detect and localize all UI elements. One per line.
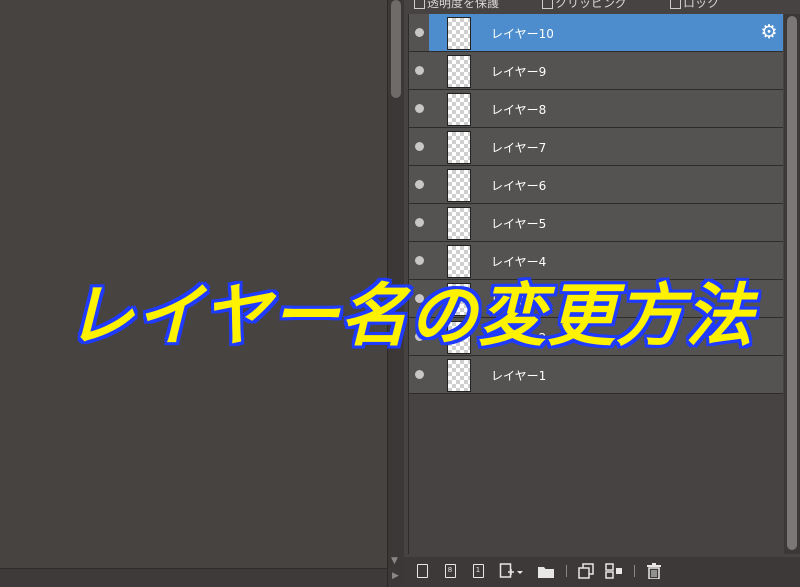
visibility-dot-icon[interactable] [415,180,424,189]
layer-thumbnail [447,359,471,392]
visibility-dot-icon[interactable] [415,104,424,113]
layer-name[interactable]: レイヤー5 [491,215,546,232]
visibility-dot-icon[interactable] [415,294,424,303]
visibility-dot-icon[interactable] [415,142,424,151]
layer-visibility-cell[interactable] [409,242,429,279]
layer-options-row: 透明度を保護 クリッピング ロック [404,0,800,12]
layer-name[interactable]: レイヤー7 [491,139,546,156]
new-folder-icon[interactable] [536,560,556,582]
new-8bit-layer-icon[interactable]: 8 [440,560,460,582]
toolbar-separator [634,565,635,577]
layer-thumbnail [447,207,471,240]
checkbox-icon [670,0,681,9]
layer-visibility-cell[interactable] [409,90,429,127]
layer-visibility-cell[interactable] [409,280,429,317]
layer-visibility-cell[interactable] [409,318,429,355]
scroll-down-arrow-icon[interactable]: ▼ [391,556,398,566]
protect-opacity-checkbox[interactable]: 透明度を保護 [414,0,499,11]
panel-expand-arrow-icon[interactable]: ▶ [392,571,399,581]
layer-thumbnail [447,321,471,354]
visibility-dot-icon[interactable] [415,28,424,37]
layer-name[interactable]: レイヤー3 [491,291,546,308]
layer-visibility-cell[interactable] [409,52,429,89]
layer-row[interactable]: レイヤー4 [409,242,783,280]
canvas-scroll-thumb[interactable] [391,0,401,98]
visibility-dot-icon[interactable] [415,332,424,341]
layer-row[interactable]: レイヤー3 [409,280,783,318]
lock-checkbox[interactable]: ロック [670,0,719,11]
layer-name[interactable]: レイヤー10 [491,25,554,42]
new-1bit-layer-icon[interactable]: 1 [468,560,488,582]
layer-thumbnail [447,131,471,164]
layer-visibility-cell[interactable] [409,14,429,51]
visibility-dot-icon[interactable] [415,66,424,75]
canvas-horizontal-scrollbar[interactable] [0,568,387,587]
layer-name[interactable]: レイヤー9 [491,63,546,80]
visibility-dot-icon[interactable] [415,256,424,265]
clipping-label: クリッピング [555,0,628,10]
layer-toolbar: 8 1 [404,557,800,587]
layer-name[interactable]: レイヤー2 [491,329,546,346]
layer-name[interactable]: レイヤー8 [491,101,546,118]
layer-visibility-cell[interactable] [409,356,429,393]
layer-visibility-cell[interactable] [409,166,429,203]
layer-row[interactable]: レイヤー7 [409,128,783,166]
layer-name[interactable]: レイヤー6 [491,177,546,194]
layer-thumbnail [447,169,471,202]
protect-opacity-label: 透明度を保護 [427,0,500,10]
layer-thumbnail [447,93,471,126]
layer-thumbnail [447,55,471,88]
add-layer-menu-icon[interactable] [498,560,526,582]
layer-thumbnail [447,283,471,316]
layer-name[interactable]: レイヤー1 [491,367,546,384]
layer-row[interactable]: レイヤー2 [409,318,783,356]
layer-row[interactable]: レイヤー8 [409,90,783,128]
merge-layer-icon[interactable] [604,560,624,582]
layer-row[interactable]: レイヤー1 [409,356,783,394]
layer-name[interactable]: レイヤー4 [491,253,546,270]
layer-thumbnail [447,245,471,278]
visibility-dot-icon[interactable] [415,218,424,227]
clipping-checkbox[interactable]: クリッピング [542,0,627,11]
layer-row[interactable]: レイヤー6 [409,166,783,204]
layer-visibility-cell[interactable] [409,128,429,165]
layer-panel: 透明度を保護 クリッピング ロック レイヤー10 ⚙ レイヤー9 レイヤー8 レ… [404,0,800,587]
lock-label: ロック [683,0,720,10]
layer-list-scroll-thumb[interactable] [787,16,797,550]
gear-icon[interactable]: ⚙ [759,22,779,42]
canvas-area[interactable] [0,0,387,587]
checkbox-icon [542,0,553,9]
delete-layer-icon[interactable] [644,560,664,582]
layer-list: レイヤー10 ⚙ レイヤー9 レイヤー8 レイヤー7 レイヤー6 レイヤー5 レ… [408,14,783,554]
duplicate-layer-icon[interactable] [576,560,596,582]
new-layer-icon[interactable] [412,560,432,582]
layer-row[interactable]: レイヤー10 ⚙ [409,14,783,52]
visibility-dot-icon[interactable] [415,370,424,379]
checkbox-icon [414,0,425,9]
layer-visibility-cell[interactable] [409,204,429,241]
canvas-vertical-scrollbar[interactable]: ▼ [387,0,404,587]
layer-thumbnail [447,17,471,50]
layer-row[interactable]: レイヤー5 [409,204,783,242]
layer-row[interactable]: レイヤー9 [409,52,783,90]
toolbar-separator [566,565,567,577]
layer-list-scrollbar[interactable] [784,14,800,554]
